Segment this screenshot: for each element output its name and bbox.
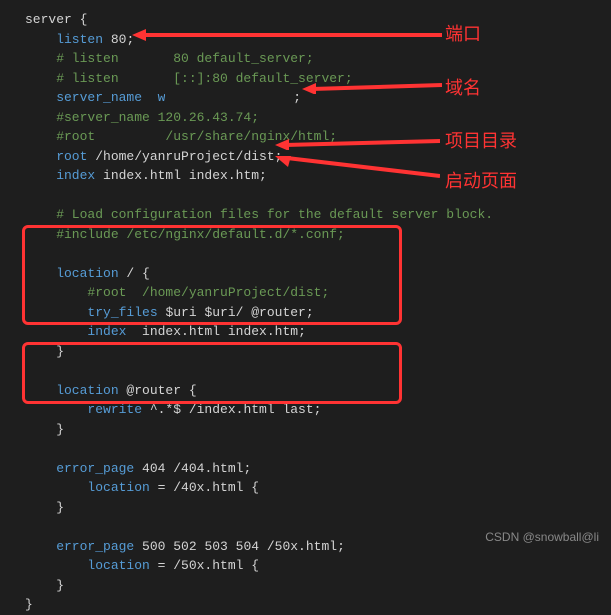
l21b: ^.*$ /index.html last — [150, 402, 314, 417]
l23 — [25, 441, 33, 456]
l24b: 404 /404.html — [142, 461, 243, 476]
l16c: ; — [306, 305, 314, 320]
l29c: { — [251, 558, 259, 573]
l28b: 500 502 503 504 /50x.html — [142, 539, 337, 554]
l21c: ; — [314, 402, 322, 417]
l12: #include /etc/nginx/default.d/*.conf; — [25, 227, 345, 242]
l16a: try_files — [25, 305, 165, 320]
l8c: ; — [275, 149, 283, 164]
l4: # listen [::]:80 default_server; — [25, 71, 353, 86]
l17a: index — [25, 324, 142, 339]
l31: } — [25, 597, 33, 612]
l14a: location — [25, 266, 126, 281]
l20b: @router — [126, 383, 188, 398]
l26: } — [25, 500, 64, 515]
l22: } — [25, 422, 64, 437]
l25b: = /40x.html — [158, 480, 252, 495]
l10 — [25, 188, 33, 203]
watermark: CSDN @snowball@li — [485, 528, 599, 546]
l19 — [25, 363, 33, 378]
l14b: / — [126, 266, 142, 281]
l8a: root — [25, 149, 95, 164]
l15: #root /home/yanruProject/dist; — [25, 285, 329, 300]
l13 — [25, 246, 33, 261]
l17c: ; — [298, 324, 306, 339]
annotation-start-page: 启动页面 — [445, 168, 517, 195]
l24a: error_page — [25, 461, 142, 476]
l17b: index.html index.htm — [142, 324, 298, 339]
redacted-domain — [165, 91, 285, 104]
l2a: listen — [25, 32, 111, 47]
l28c: ; — [337, 539, 345, 554]
l16b: $uri $uri/ @router — [165, 305, 305, 320]
l24c: ; — [243, 461, 251, 476]
l25a: location — [25, 480, 158, 495]
l2c: ; — [126, 32, 134, 47]
l3: # listen 80 default_server; — [25, 51, 314, 66]
l20a: location — [25, 383, 126, 398]
annotation-domain: 域名 — [445, 75, 481, 102]
l28a: error_page — [25, 539, 142, 554]
l27 — [25, 519, 33, 534]
l18: } — [25, 344, 64, 359]
l21a: rewrite — [25, 402, 150, 417]
l25c: { — [251, 480, 259, 495]
code-block: server { listen 80; # listen 80 default_… — [25, 10, 493, 615]
l29b: = /50x.html — [158, 558, 252, 573]
l29a: location — [25, 558, 158, 573]
l14c: { — [142, 266, 150, 281]
l5b: ; — [285, 90, 301, 105]
l5a: server_name w — [25, 90, 165, 105]
l11: # Load configuration files for the defau… — [25, 207, 493, 222]
l9c: ; — [259, 168, 267, 183]
annotation-port: 端口 — [445, 21, 481, 48]
annotation-project-dir: 项目目录 — [445, 128, 517, 155]
l20c: { — [189, 383, 197, 398]
l9b: index.html index.htm — [103, 168, 259, 183]
l8b: /home/yanruProject/dist — [95, 149, 274, 164]
l2b: 80 — [111, 32, 127, 47]
l1: server { — [25, 12, 87, 27]
l30: } — [25, 578, 64, 593]
l7: #root /usr/share/nginx/html; — [25, 129, 337, 144]
l9a: index — [25, 168, 103, 183]
l6: #server_name 120.26.43.74; — [25, 110, 259, 125]
